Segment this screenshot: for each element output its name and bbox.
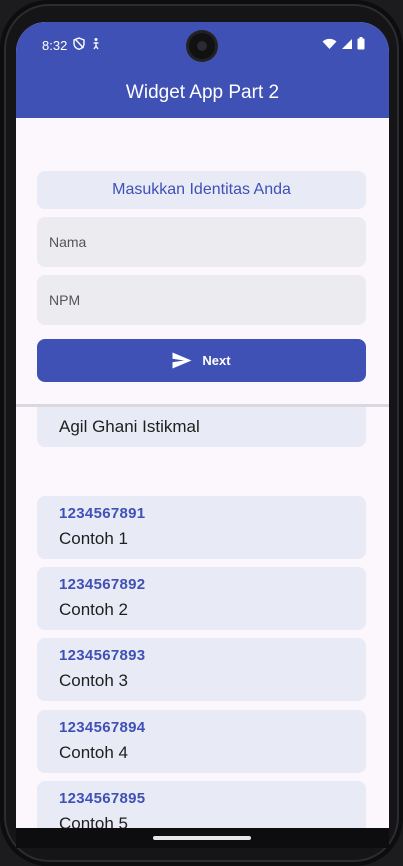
battery-icon (357, 37, 365, 50)
navigation-bar (16, 828, 389, 848)
list-item-npm: 1234567895 (59, 790, 146, 807)
list-item-name: Contoh 4 (59, 743, 128, 762)
list-item[interactable]: 1234567894 Contoh 4 (37, 710, 366, 773)
list-item-name: Contoh 2 (59, 600, 128, 619)
npm-input[interactable] (37, 275, 366, 325)
status-icons-left (73, 37, 101, 50)
wifi-icon (322, 38, 337, 49)
send-icon (172, 352, 192, 369)
list-item[interactable]: 1234567893 Contoh 3 (37, 638, 366, 701)
next-button[interactable]: Next (37, 339, 366, 382)
list-item-npm: 3220411040 (59, 407, 145, 410)
nama-input[interactable] (37, 217, 366, 267)
list-item[interactable]: 1234567891 Contoh 1 (37, 496, 366, 559)
status-icons-right (322, 37, 365, 50)
status-time: 8:32 (42, 38, 68, 53)
shield-icon (73, 37, 85, 50)
list-item[interactable]: 1234567892 Contoh 2 (37, 567, 366, 630)
signal-icon (342, 38, 352, 49)
app-title: Widget App Part 2 (125, 82, 280, 103)
identity-form: Masukkan Identitas Anda Next (16, 118, 389, 406)
list-item-npm: 1234567891 (59, 505, 146, 522)
screen: 8:32 Widget App Part 2 Masukkan Identita… (16, 22, 389, 837)
front-camera (189, 33, 215, 59)
list-item-name: Agil Ghani Istikmal (59, 417, 200, 436)
list-item-npm: 1234567894 (59, 719, 146, 736)
form-header: Masukkan Identitas Anda (37, 171, 366, 209)
status-bar: 8:32 (16, 22, 389, 68)
student-list[interactable]: 3220411040 Agil Ghani Istikmal 123456789… (16, 407, 389, 837)
accessibility-icon (93, 38, 99, 50)
home-indicator[interactable] (153, 836, 251, 840)
next-button-label: Next (202, 353, 231, 368)
app-bar: Widget App Part 2 (16, 68, 389, 118)
list-item-npm: 1234567893 (59, 647, 146, 664)
list-item[interactable]: 3220411040 Agil Ghani Istikmal (37, 407, 366, 447)
list-item-npm: 1234567892 (59, 576, 146, 593)
list-item-name: Contoh 3 (59, 671, 128, 690)
list-item-name: Contoh 1 (59, 529, 128, 548)
